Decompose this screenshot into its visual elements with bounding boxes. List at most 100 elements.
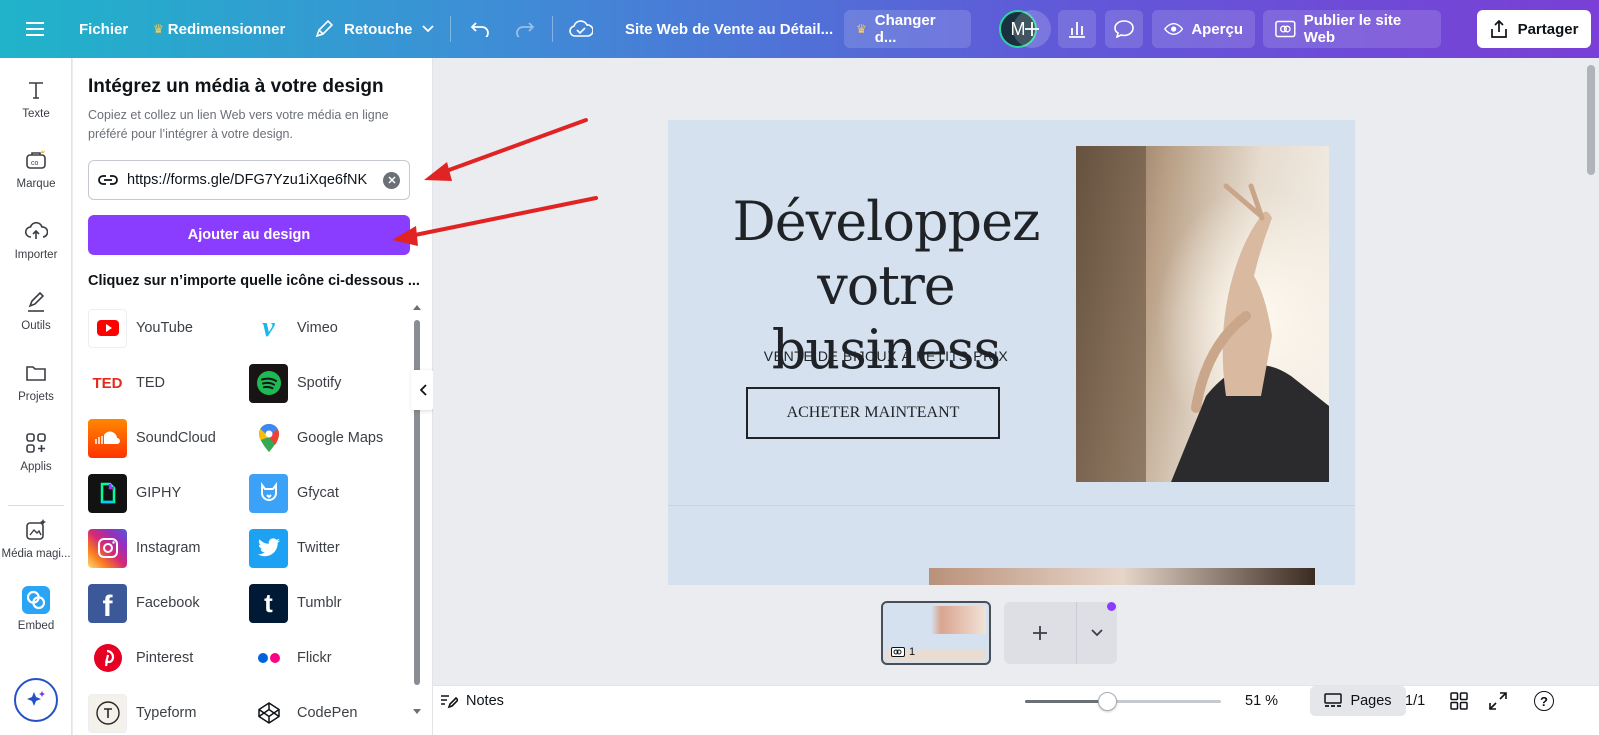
preview-button[interactable]: Aperçu	[1152, 10, 1255, 48]
service-spotify[interactable]: Spotify	[249, 363, 341, 403]
service-giphy[interactable]: GIPHY	[88, 473, 181, 513]
panel-description: Copiez et collez un lien Web vers votre …	[88, 108, 389, 141]
page-count[interactable]: 1/1	[1405, 686, 1425, 716]
rail-item-tools[interactable]: Outils	[0, 290, 72, 354]
instagram-icon	[88, 528, 127, 568]
subheadline[interactable]: VENTE DE BIJOUX À PETITS PRIX	[696, 348, 1076, 364]
add-to-design-button[interactable]: Ajouter au design	[88, 215, 410, 255]
scroll-up-icon[interactable]	[413, 303, 421, 311]
add-page-control	[1004, 602, 1117, 664]
pages-button[interactable]: Pages	[1310, 686, 1406, 716]
service-codepen[interactable]: CodePen	[249, 693, 357, 733]
rail-item-brand[interactable]: co Marque	[0, 148, 72, 212]
service-gfycat[interactable]: Gfycat	[249, 473, 339, 513]
notes-button[interactable]: Notes	[440, 686, 504, 716]
sparkle-icon	[27, 691, 45, 706]
service-twitter[interactable]: Twitter	[249, 528, 340, 568]
ted-icon: TED	[92, 374, 123, 392]
add-page-button[interactable]	[1004, 625, 1076, 641]
vimeo-icon: v	[262, 312, 275, 343]
cloud-saved-icon[interactable]	[568, 10, 594, 48]
resize-button[interactable]: ♛ Redimensionner	[153, 10, 285, 48]
rail-label: Importer	[14, 249, 58, 261]
pinterest-icon	[88, 639, 127, 678]
embed-panel: Intégrez un média à votre design Copiez …	[73, 58, 433, 735]
scroll-down-icon[interactable]	[413, 708, 421, 716]
lower-section-photos[interactable]	[929, 568, 1315, 585]
canvas-area[interactable]: Développez votre business VENTE DE BIJOU…	[433, 58, 1599, 685]
rail-item-text[interactable]: Texte	[0, 78, 72, 142]
service-google-maps[interactable]: Google Maps	[249, 418, 383, 458]
rail-item-apps[interactable]: Applis	[0, 431, 72, 495]
service-soundcloud[interactable]: SoundCloud	[88, 418, 216, 458]
undo-icon[interactable]	[468, 10, 492, 48]
comments-button[interactable]	[1105, 10, 1143, 48]
magic-assistant-button[interactable]	[14, 678, 58, 722]
clear-input-icon[interactable]	[383, 171, 400, 189]
rail-item-embed[interactable]: Embed	[0, 586, 72, 650]
chevron-down-icon	[1090, 629, 1103, 637]
share-label: Partager	[1517, 20, 1579, 38]
rail-label: Projets	[18, 391, 54, 403]
file-menu[interactable]: Fichier	[79, 10, 128, 48]
service-label: Facebook	[136, 595, 200, 611]
share-button[interactable]: Partager	[1477, 10, 1591, 48]
design-page[interactable]: Développez votre business VENTE DE BIJOU…	[668, 120, 1355, 585]
service-facebook[interactable]: f Facebook	[88, 583, 200, 623]
service-tumblr[interactable]: t Tumblr	[249, 583, 342, 623]
bar-chart-icon	[1069, 22, 1085, 38]
service-pinterest[interactable]: Pinterest	[88, 638, 193, 678]
youtube-icon	[88, 308, 127, 348]
service-typeform[interactable]: Typeform	[88, 693, 196, 733]
panel-scrollbar[interactable]	[411, 303, 423, 718]
document-title-label: Site Web de Vente au Détail...	[625, 20, 834, 38]
menu-icon[interactable]	[20, 10, 50, 48]
zoom-level[interactable]: 51 %	[1245, 686, 1278, 716]
google-maps-pin-icon	[249, 419, 288, 458]
service-flickr[interactable]: Flickr	[249, 638, 332, 678]
service-ted[interactable]: TED TED	[88, 363, 166, 403]
service-label: Flickr	[297, 650, 332, 666]
page-thumbnail[interactable]: 1	[881, 601, 991, 665]
help-button[interactable]: ?	[1534, 686, 1554, 716]
crown-icon: ♛	[856, 22, 867, 36]
add-collaborator-button[interactable]	[1013, 10, 1051, 48]
comment-icon	[1114, 20, 1134, 38]
share-upload-icon	[1490, 20, 1507, 38]
hero-photo[interactable]	[1076, 146, 1329, 482]
document-title[interactable]: Site Web de Vente au Détail...	[625, 10, 833, 48]
canvas-scrollbar[interactable]	[1587, 65, 1595, 175]
grid-view-icon[interactable]	[1450, 686, 1468, 716]
publish-label: Publier le site Web	[1303, 12, 1402, 46]
insights-button[interactable]	[1058, 10, 1096, 48]
section-divider	[668, 505, 1355, 506]
text-icon	[29, 82, 43, 99]
service-youtube[interactable]: YouTube	[88, 308, 193, 348]
url-field[interactable]	[88, 160, 410, 200]
service-instagram[interactable]: Instagram	[88, 528, 200, 568]
pencil-icon	[315, 19, 334, 38]
zoom-slider-handle[interactable]	[1098, 692, 1118, 711]
rail-item-magic-media[interactable]: Média magi...	[0, 518, 72, 582]
bottom-bar: Notes 51 % Pages 1/1 ?	[433, 685, 1599, 735]
upgrade-button[interactable]: ♛ Changer d...	[844, 10, 971, 48]
link-icon	[98, 175, 118, 185]
rail-item-projects[interactable]: Projets	[0, 361, 72, 425]
rail-item-upload[interactable]: Importer	[0, 219, 72, 283]
svg-text:co: co	[31, 160, 39, 167]
url-input[interactable]	[127, 172, 375, 188]
draw-tools-icon	[28, 291, 45, 312]
service-label: SoundCloud	[136, 430, 216, 446]
zoom-slider[interactable]	[1025, 700, 1221, 703]
fullscreen-icon[interactable]	[1489, 686, 1507, 716]
separator	[450, 16, 451, 42]
publish-website-button[interactable]: Publier le site Web	[1263, 10, 1441, 48]
eye-icon	[1164, 23, 1184, 35]
redo-icon[interactable]	[513, 10, 537, 48]
buy-now-button[interactable]: ACHETER MAINTEANT	[746, 387, 1000, 439]
retouch-menu[interactable]: Retouche	[314, 10, 434, 48]
add-page-options-button[interactable]	[1076, 602, 1116, 664]
service-vimeo[interactable]: v Vimeo	[249, 308, 338, 348]
plus-icon	[1025, 22, 1039, 36]
help-icon: ?	[1534, 691, 1554, 711]
